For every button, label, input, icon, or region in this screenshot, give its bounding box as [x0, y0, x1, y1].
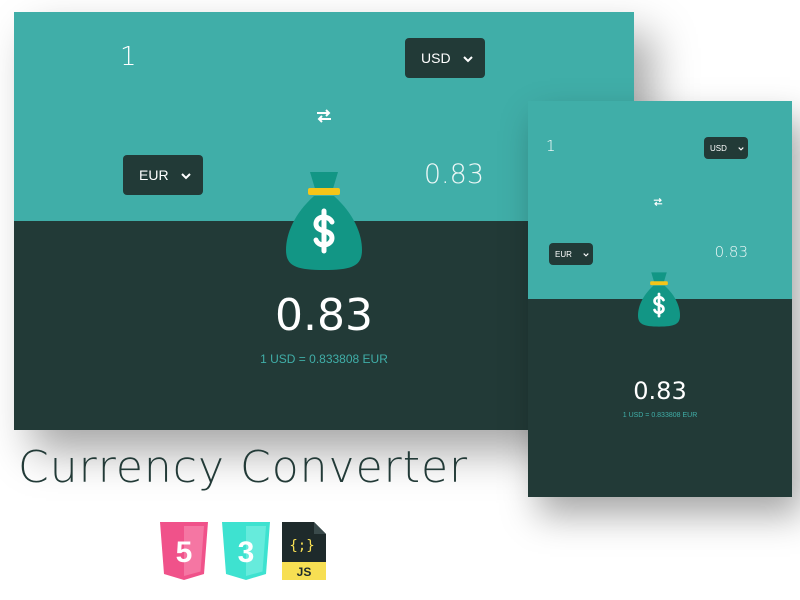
to-currency-value: EUR — [555, 249, 572, 259]
converted-amount-field: 0.83 — [423, 159, 484, 190]
css3-label: 3 — [238, 536, 255, 569]
js-label: JS — [297, 565, 312, 579]
money-bag-icon — [286, 170, 362, 272]
js-braces: {;} — [289, 538, 314, 554]
js-icon: {;} JS — [282, 522, 326, 580]
to-currency-select[interactable]: EUR — [123, 155, 203, 195]
chevron-down-icon — [738, 144, 744, 153]
money-bag-icon — [638, 271, 680, 328]
html5-label: 5 — [176, 536, 193, 569]
to-currency-value: EUR — [139, 167, 169, 183]
result-amount: 0.83 — [633, 377, 687, 405]
html5-icon: 5 — [160, 522, 208, 580]
swap-icon[interactable] — [314, 106, 334, 126]
mobile-preview: USD EUR 0.83 0.83 1 USD = 0.833808 EUR — [528, 101, 792, 497]
exchange-rate-text: 1 USD = 0.833808 EUR — [622, 412, 698, 419]
from-currency-value: USD — [421, 50, 451, 66]
chevron-down-icon — [181, 167, 191, 183]
from-currency-select[interactable]: USD — [405, 38, 485, 78]
from-currency-value: USD — [710, 143, 727, 153]
chevron-down-icon — [463, 50, 473, 66]
swap-icon[interactable] — [652, 195, 664, 207]
css3-icon: 3 — [222, 522, 270, 580]
converted-amount-field: 0.83 — [714, 243, 748, 261]
chevron-down-icon — [583, 250, 589, 259]
page-title: Currency Converter — [18, 442, 469, 493]
amount-input[interactable] — [120, 42, 240, 72]
from-currency-select[interactable]: USD — [704, 137, 748, 159]
amount-input[interactable] — [546, 137, 606, 155]
to-currency-select[interactable]: EUR — [549, 243, 593, 265]
